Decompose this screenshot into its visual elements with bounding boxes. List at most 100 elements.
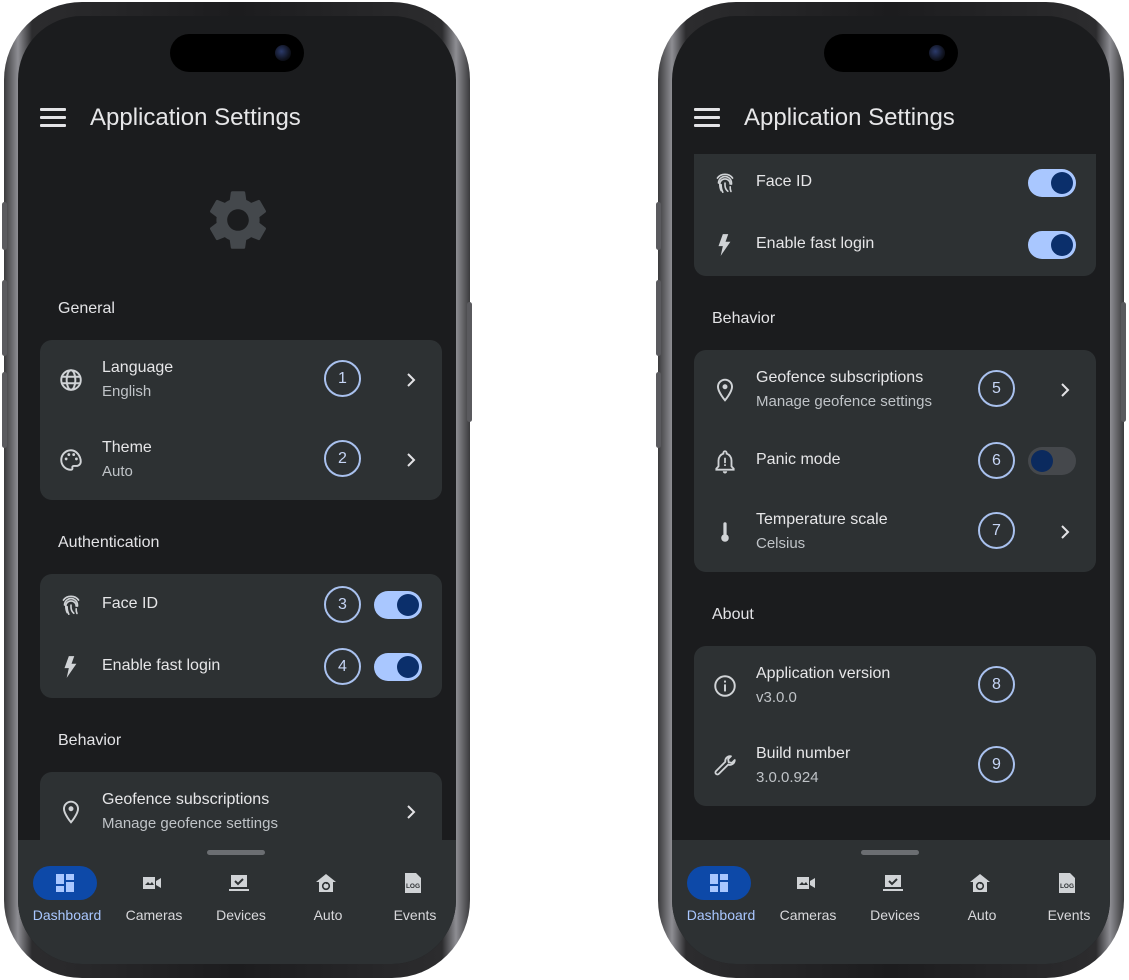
action-button [2, 202, 7, 250]
nav-events[interactable]: LOG Events [371, 864, 456, 924]
section-title-about: About [712, 606, 754, 623]
chevron-right-icon [407, 453, 416, 467]
location-pin-icon [716, 378, 734, 402]
palette-icon [60, 449, 82, 471]
nav-dashboard[interactable]: Dashboard [677, 864, 765, 924]
setting-value: Manage geofence settings [756, 393, 932, 410]
setting-label: Language [102, 359, 174, 376]
page-title: Application Settings [744, 104, 955, 131]
bolt-icon [64, 656, 77, 678]
alarm-bell-icon [715, 450, 735, 474]
page-title: Application Settings [90, 104, 301, 131]
section-title-authentication: Authentication [58, 534, 160, 551]
nav-auto[interactable]: Auto [284, 864, 372, 924]
setting-label: Enable fast login [102, 657, 221, 674]
hamburger-icon[interactable] [694, 108, 720, 128]
fast-login-toggle[interactable] [1028, 231, 1076, 259]
step-badge: 1 [324, 360, 361, 397]
settings-scroll[interactable]: General Language English 1 Theme Auto 2 [18, 140, 456, 840]
chevron-right-icon [1061, 383, 1070, 397]
nav-devices[interactable]: Devices [851, 864, 939, 924]
nav-label: Auto [313, 907, 343, 923]
fingerprint-icon [62, 595, 80, 616]
nav-label: Events [1047, 907, 1091, 923]
nav-label: Cameras [779, 907, 837, 923]
devices-icon [229, 875, 249, 891]
hamburger-icon[interactable] [40, 108, 66, 128]
setting-label: Theme [102, 439, 152, 456]
nav-label: Dashboard [686, 907, 756, 923]
setting-label: Geofence subscriptions [102, 791, 270, 808]
setting-fast-login[interactable]: Enable fast login [694, 214, 1096, 276]
setting-value: Celsius [756, 535, 806, 552]
app-bar: Application Settings [672, 100, 1110, 140]
card-behavior: Geofence subscriptions Manage geofence s… [40, 772, 442, 840]
setting-face-id[interactable]: Face ID [694, 154, 1096, 214]
setting-temperature-scale[interactable]: Temperature scale Celsius 7 [694, 492, 1096, 572]
drag-handle[interactable] [861, 850, 919, 855]
step-badge: 5 [978, 370, 1015, 407]
panic-mode-toggle[interactable] [1028, 447, 1076, 475]
nav-label: Dashboard [32, 907, 102, 923]
nav-auto[interactable]: Auto [938, 864, 1026, 924]
card-authentication: Face ID Enable fast login [694, 154, 1096, 276]
info-icon [714, 675, 736, 697]
step-badge: 7 [978, 512, 1015, 549]
nav-events[interactable]: LOG Events [1025, 864, 1110, 924]
step-badge: 8 [978, 666, 1015, 703]
step-badge: 2 [324, 440, 361, 477]
phone-frame-left: Application Settings General Language En… [2, 2, 472, 978]
nav-label: Events [393, 907, 437, 923]
section-title-general: General [58, 300, 115, 317]
videocam-icon [143, 877, 161, 889]
nav-devices[interactable]: Devices [197, 864, 285, 924]
volume-down-button [656, 372, 661, 448]
thermometer-icon [721, 522, 729, 542]
setting-label: Application version [756, 665, 891, 682]
bolt-icon [718, 234, 731, 256]
setting-language[interactable]: Language English 1 [40, 340, 442, 420]
face-id-toggle[interactable] [374, 591, 422, 619]
volume-down-button [2, 372, 7, 448]
nav-dashboard[interactable]: Dashboard [23, 864, 111, 924]
settings-scroll[interactable]: Face ID Enable fast login Behavior Geofe… [672, 154, 1110, 854]
screen-left: Application Settings General Language En… [18, 16, 456, 964]
nav-label: Devices [216, 907, 266, 923]
fast-login-toggle[interactable] [374, 653, 422, 681]
volume-up-button [656, 280, 661, 356]
action-button [656, 202, 661, 250]
nav-label: Devices [870, 907, 920, 923]
wrench-icon [714, 755, 736, 776]
nav-cameras[interactable]: Cameras [110, 864, 198, 924]
setting-geofence[interactable]: Geofence subscriptions Manage geofence s… [40, 772, 442, 840]
setting-label: Enable fast login [756, 235, 875, 252]
nav-label: Cameras [125, 907, 183, 923]
card-about: Application version v3.0.0 8 Build numbe… [694, 646, 1096, 806]
home-automation-icon [970, 874, 990, 892]
card-authentication: Face ID 3 Enable fast login 4 [40, 574, 442, 698]
step-badge: 6 [978, 442, 1015, 479]
setting-fast-login[interactable]: Enable fast login 4 [40, 636, 442, 698]
chevron-right-icon [407, 805, 416, 819]
step-badge: 3 [324, 586, 361, 623]
step-badge: 9 [978, 746, 1015, 783]
face-id-toggle[interactable] [1028, 169, 1076, 197]
phone-frame-right: Application Settings Face ID Enable fast… [656, 2, 1126, 978]
setting-value: English [102, 383, 152, 400]
videocam-icon [797, 877, 815, 889]
fingerprint-icon [716, 173, 734, 194]
section-title-behavior: Behavior [58, 732, 122, 749]
log-icon-text: LOG [406, 883, 420, 890]
location-pin-icon [62, 800, 80, 824]
screen-right: Application Settings Face ID Enable fast… [672, 16, 1110, 964]
setting-geofence[interactable]: Geofence subscriptions Manage geofence s… [694, 350, 1096, 430]
gear-icon [209, 191, 267, 249]
setting-theme[interactable]: Theme Auto 2 [40, 420, 442, 500]
nav-cameras[interactable]: Cameras [764, 864, 852, 924]
camera-icon [929, 45, 945, 61]
drag-handle[interactable] [207, 850, 265, 855]
camera-icon [275, 45, 291, 61]
chevron-right-icon [1061, 525, 1070, 539]
setting-panic-mode[interactable]: Panic mode 6 [694, 430, 1096, 492]
setting-face-id[interactable]: Face ID 3 [40, 574, 442, 636]
